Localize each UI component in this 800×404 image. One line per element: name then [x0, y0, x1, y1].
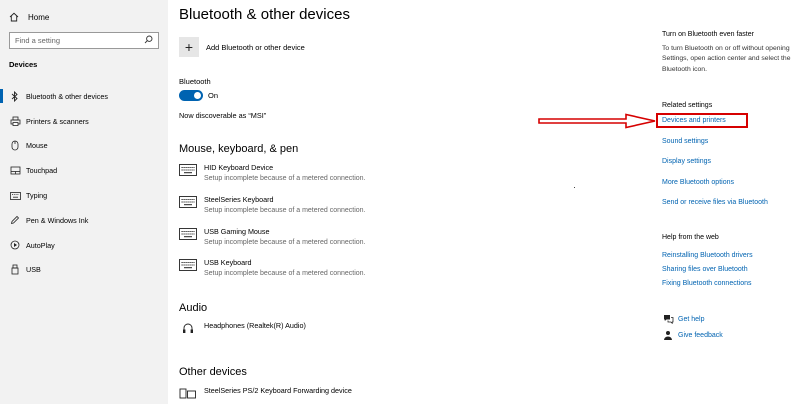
sidebar-item-label: Pen & Windows Ink [26, 215, 89, 225]
send-receive-files-link[interactable]: Send or receive files via Bluetooth [662, 199, 768, 206]
sidebar-item-label: Bluetooth & other devices [26, 91, 108, 101]
display-settings-link[interactable]: Display settings [662, 158, 711, 165]
sidebar-item-touchpad[interactable]: Touchpad [0, 158, 168, 183]
sidebar-item-label: Mouse [26, 141, 48, 151]
sidebar-item-label: AutoPlay [26, 240, 55, 250]
device-status: Setup incomplete because of a metered co… [204, 175, 366, 182]
keyboard-icon [179, 164, 197, 176]
usb-icon [9, 264, 21, 275]
device-status: Setup incomplete because of a metered co… [204, 270, 366, 277]
keyboard-icon [9, 191, 21, 200]
help-chat-icon [662, 314, 674, 324]
keyboard-icon [179, 228, 197, 240]
bluetooth-label: Bluetooth [179, 77, 211, 86]
audio-heading: Audio [179, 302, 208, 314]
device-name: USB Keyboard [204, 258, 252, 267]
sidebar-item-label: Printers & scanners [26, 116, 89, 126]
sidebar-item-mouse[interactable]: Mouse [0, 134, 168, 159]
tip-text: To turn Bluetooth on or off without open… [662, 45, 791, 73]
device-name: SteelSeries PS/2 Keyboard Forwarding dev… [204, 386, 352, 395]
sidebar-item-autoplay[interactable]: AutoPlay [0, 233, 168, 258]
get-help-label: Get help [678, 315, 705, 323]
other-devices-heading: Other devices [179, 366, 247, 378]
other-device-icon [179, 388, 196, 399]
fixing-connections-link[interactable]: Fixing Bluetooth connections [662, 280, 752, 287]
more-bluetooth-options-link[interactable]: More Bluetooth options [662, 179, 734, 186]
device-item[interactable]: SteelSeries Keyboard Setup incomplete be… [179, 195, 366, 214]
sidebar: Home Devices Bluetooth & other devices P… [0, 0, 168, 404]
home-label: Home [28, 12, 50, 22]
sound-settings-link[interactable]: Sound settings [662, 138, 708, 145]
discoverable-text: Now discoverable as “MSI” [179, 111, 267, 120]
device-item[interactable]: HID Keyboard Device Setup incomplete bec… [179, 163, 366, 182]
device-name: SteelSeries Keyboard [204, 195, 274, 204]
get-help-link[interactable]: Get help [662, 314, 704, 324]
plus-icon: + [179, 37, 199, 57]
annotation-arrow-icon [538, 113, 656, 129]
give-feedback-label: Give feedback [678, 332, 723, 339]
annotation-highlight-box [656, 113, 748, 128]
sidebar-section-title: Devices [9, 60, 38, 69]
sidebar-item-printers[interactable]: Printers & scanners [0, 109, 168, 134]
pen-icon [9, 215, 21, 225]
right-panel: Turn on Bluetooth even faster To turn Bl… [662, 0, 800, 404]
related-settings-title: Related settings [662, 102, 713, 109]
device-name: USB Gaming Mouse [204, 227, 270, 236]
printer-icon [9, 116, 21, 127]
keyboard-icon [179, 196, 197, 208]
headphones-icon [183, 323, 193, 333]
help-from-web-title: Help from the web [662, 234, 719, 241]
search-icon[interactable] [144, 35, 153, 46]
device-status: Setup incomplete because of a metered co… [204, 239, 366, 246]
device-name: HID Keyboard Device [204, 163, 274, 172]
device-item[interactable]: SteelSeries PS/2 Keyboard Forwarding dev… [179, 386, 352, 399]
sharing-files-link[interactable]: Sharing files over Bluetooth [662, 266, 748, 273]
add-device-label: Add Bluetooth or other device [206, 42, 305, 52]
autoplay-icon [9, 240, 21, 250]
sidebar-item-pen[interactable]: Pen & Windows Ink [0, 208, 168, 233]
device-status: Setup incomplete because of a metered co… [204, 207, 366, 214]
mouse-keyboard-pen-heading: Mouse, keyboard, & pen [179, 143, 299, 155]
bluetooth-toggle[interactable] [179, 90, 203, 101]
sidebar-item-usb[interactable]: USB [0, 258, 168, 283]
bluetooth-icon [9, 90, 21, 102]
search-box [9, 32, 159, 49]
sidebar-item-label: Typing [26, 191, 48, 201]
search-input[interactable] [15, 36, 135, 45]
add-device-button[interactable]: + Add Bluetooth or other device [179, 37, 305, 57]
give-feedback-link[interactable]: Give feedback [662, 330, 723, 341]
home-nav-item[interactable]: Home [8, 8, 49, 26]
home-icon [8, 12, 20, 22]
device-name: Headphones (Realtek(R) Audio) [204, 321, 306, 330]
reinstalling-drivers-link[interactable]: Reinstalling Bluetooth drivers [662, 252, 753, 259]
sidebar-item-typing[interactable]: Typing [0, 183, 168, 208]
mouse-icon [9, 140, 21, 151]
sidebar-item-label: Touchpad [26, 166, 58, 176]
sidebar-list: Bluetooth & other devices Printers & sca… [0, 84, 168, 282]
keyboard-icon [179, 259, 197, 271]
device-item[interactable]: USB Keyboard Setup incomplete because of… [179, 258, 366, 277]
feedback-icon [662, 330, 674, 341]
main-content: Bluetooth & other devices + Add Bluetoot… [168, 0, 638, 404]
touchpad-icon [9, 166, 21, 175]
page-title: Bluetooth & other devices [179, 6, 350, 23]
tip-title: Turn on Bluetooth even faster [662, 31, 754, 38]
device-item[interactable]: USB Gaming Mouse Setup incomplete becaus… [179, 227, 366, 246]
device-item[interactable]: Headphones (Realtek(R) Audio) [179, 321, 306, 334]
sidebar-item-bluetooth[interactable]: Bluetooth & other devices [0, 84, 168, 109]
bluetooth-toggle-row: On [179, 90, 218, 101]
stray-dot [574, 187, 575, 188]
sidebar-item-label: USB [26, 265, 41, 275]
toggle-state-label: On [208, 91, 219, 100]
